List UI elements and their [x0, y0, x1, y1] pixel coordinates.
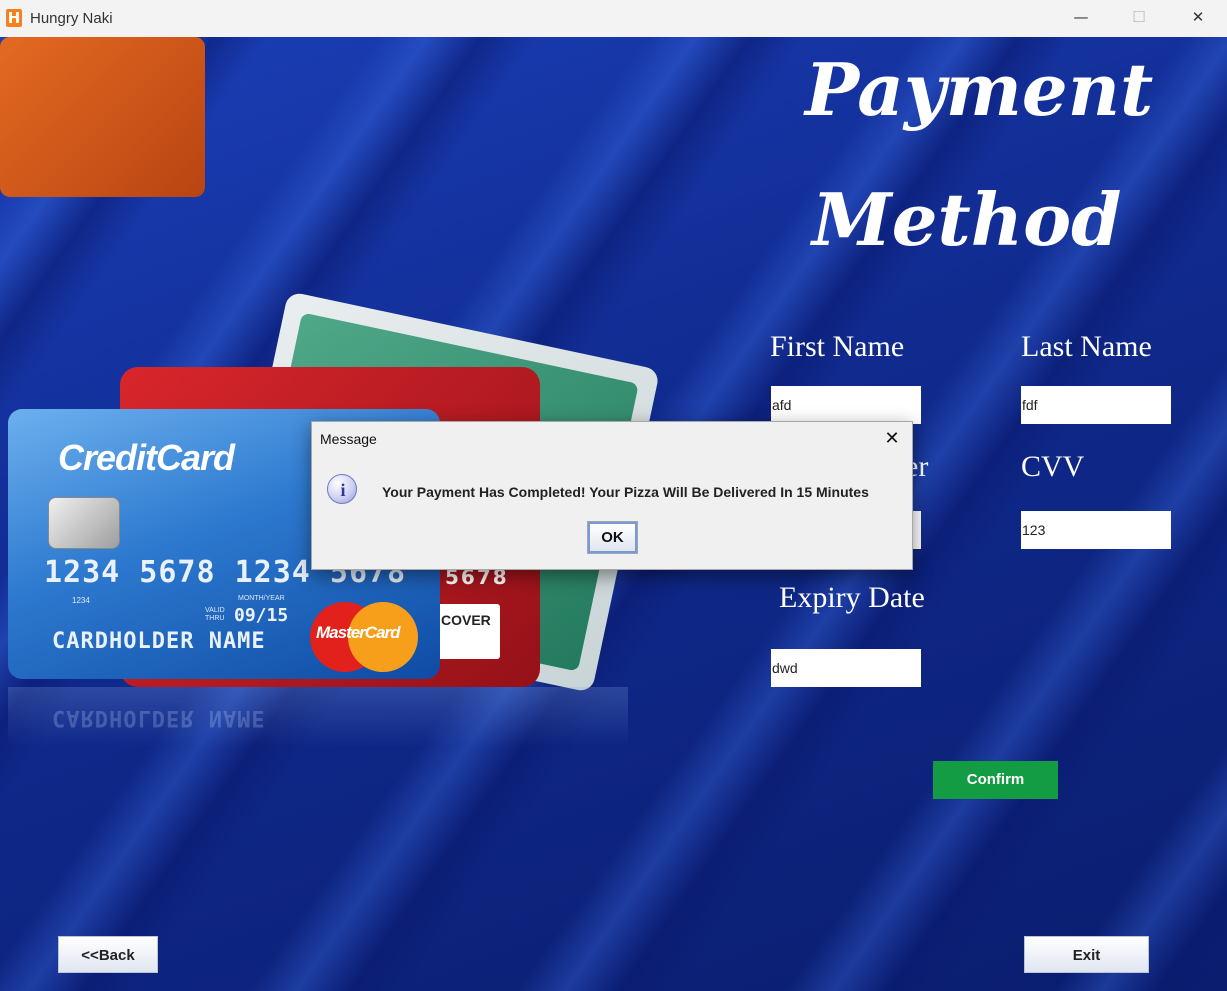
back-button[interactable]: <<Back: [58, 936, 158, 973]
cvv-field[interactable]: [1021, 511, 1171, 549]
card-expiry-text: 09/15: [234, 605, 289, 626]
cardholder-name-text: CARDHOLDER NAME: [52, 629, 266, 654]
app-logo-letter: H: [7, 9, 21, 27]
mastercard-logo-text: MasterCard: [316, 623, 401, 642]
dialog-message: Your Payment Has Completed! Your Pizza W…: [382, 484, 869, 500]
ok-button[interactable]: OK: [587, 521, 638, 554]
window-titlebar: H Hungry Naki — ☐ ✕: [0, 0, 1227, 37]
last-name-field[interactable]: [1021, 386, 1171, 424]
first-name-label: First Name: [770, 330, 905, 363]
discover-logo-text: COVER: [441, 612, 491, 628]
message-dialog: Message ✕ i Your Payment Has Completed! …: [311, 421, 913, 570]
orange-card-image: [0, 37, 205, 197]
maximize-button[interactable]: ☐: [1110, 0, 1168, 37]
first-name-field[interactable]: [771, 386, 921, 424]
last-name-label: Last Name: [1021, 330, 1152, 363]
close-window-button[interactable]: ✕: [1169, 0, 1227, 37]
card-small-number: 1234: [72, 596, 90, 605]
card-brand-text: CreditCard: [58, 437, 235, 478]
info-icon: i: [327, 474, 357, 504]
card-chip-icon: [48, 497, 120, 549]
app-logo-icon: H: [6, 9, 22, 27]
info-icon-glyph: i: [340, 480, 346, 500]
cvv-label: CVV: [1021, 450, 1085, 483]
card-month-year: MONTH/YEAR: [238, 595, 285, 602]
exit-button[interactable]: Exit: [1024, 936, 1149, 973]
window-title: Hungry Naki: [30, 10, 113, 27]
reflection-text: CARDHOLDER NAME: [52, 705, 266, 730]
expiry-date-field[interactable]: [771, 649, 921, 687]
confirm-button[interactable]: Confirm: [933, 761, 1058, 799]
card-valid-thru: VALID THRU: [205, 607, 225, 622]
expiry-date-label: Expiry Date: [779, 581, 925, 614]
page-title-line2: Method: [812, 177, 1122, 262]
page-title-line1: Payment: [805, 47, 1154, 132]
dialog-title: Message: [320, 431, 377, 447]
minimize-button[interactable]: —: [1052, 0, 1110, 37]
dialog-close-icon[interactable]: ✕: [877, 426, 907, 452]
